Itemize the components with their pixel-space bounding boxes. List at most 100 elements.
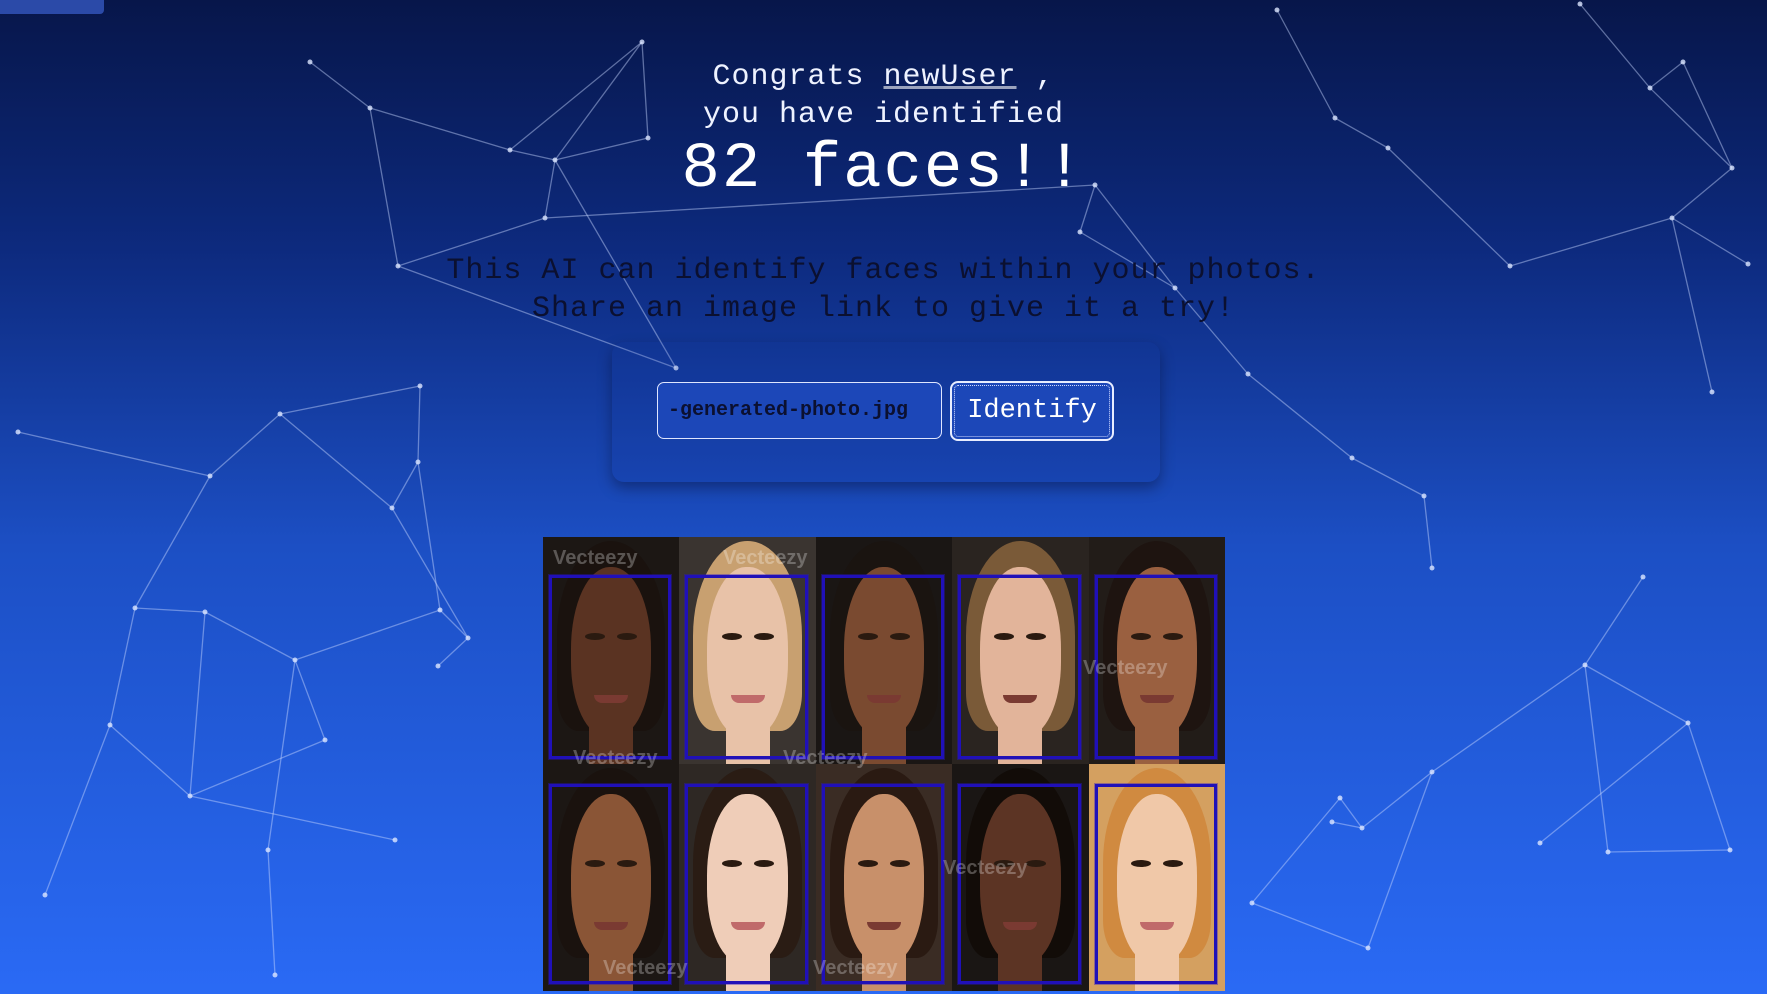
network-edge: [391, 507, 469, 639]
network-node: [1329, 819, 1335, 825]
user-name: newUser: [883, 60, 1017, 94]
face-detection-box: [685, 784, 808, 984]
network-node: [1077, 229, 1083, 235]
result-photo: Vecteezy Vecteezy Vecteezy Vecteezy Vecteezy…: [543, 537, 1225, 991]
face-photo: [679, 764, 816, 991]
face-detection-box: [958, 575, 1081, 759]
network-node: [272, 972, 278, 978]
network-edge: [1251, 902, 1369, 949]
network-edge: [1367, 771, 1433, 949]
identify-button[interactable]: Identify: [950, 381, 1114, 441]
network-edge: [134, 475, 211, 609]
network-edge: [1687, 722, 1731, 851]
network-edge: [1251, 797, 1341, 904]
network-node: [132, 605, 138, 611]
network-node: [107, 722, 113, 728]
watermark-text: Vecteezy: [723, 547, 808, 569]
network-edge: [1539, 722, 1689, 844]
network-edge: [1361, 771, 1433, 829]
network-edge: [1584, 664, 1609, 853]
network-node: [417, 383, 423, 389]
face-detection-box: [549, 575, 672, 759]
network-node: [1582, 662, 1588, 668]
network-edge: [439, 609, 469, 639]
network-node: [1685, 720, 1691, 726]
face-detection-box: [549, 784, 672, 984]
network-edge: [1339, 797, 1363, 829]
corner-tab[interactable]: [0, 0, 104, 14]
network-node: [207, 473, 213, 479]
network-edge: [267, 849, 276, 976]
network-edge: [1584, 664, 1689, 724]
network-node: [1709, 389, 1715, 395]
network-node: [1669, 215, 1675, 221]
network-node: [1365, 945, 1371, 951]
network-edge: [1584, 576, 1644, 666]
image-url-input[interactable]: [657, 382, 942, 439]
network-node: [1605, 849, 1611, 855]
network-edge: [209, 413, 281, 477]
network-node: [639, 39, 645, 45]
network-edge: [204, 611, 296, 661]
watermark-text: Vecteezy: [553, 547, 638, 569]
network-node: [542, 215, 548, 221]
network-edge: [1423, 495, 1433, 569]
network-node: [1421, 493, 1427, 499]
network-edge: [279, 385, 421, 415]
face-detection-box: [821, 575, 945, 759]
network-node: [277, 411, 283, 417]
network-edge: [437, 637, 469, 667]
network-edge: [294, 659, 326, 741]
face-detection-box: [821, 784, 945, 984]
network-edge: [1351, 457, 1425, 497]
network-node: [1429, 769, 1435, 775]
greeting-suffix: ,: [1035, 60, 1055, 94]
network-node: [187, 793, 193, 799]
watermark-text: Vecteezy: [603, 957, 688, 979]
face-photo: [1088, 537, 1225, 765]
network-node: [415, 459, 421, 465]
greeting-line-2: you have identified: [702, 98, 1065, 132]
network-node: [15, 429, 21, 435]
face-photo: [679, 537, 816, 765]
network-edge: [417, 385, 421, 463]
network-edge: [109, 724, 191, 797]
description-line-2: Share an image link to give it a try!: [531, 292, 1236, 326]
watermark-text: Vecteezy: [943, 857, 1028, 879]
watermark-text: Vecteezy: [573, 747, 658, 769]
network-node: [435, 663, 441, 669]
network-node: [1337, 795, 1343, 801]
face-detection-box: [1094, 784, 1217, 984]
watermark-text: Vecteezy: [783, 747, 868, 769]
network-edge: [1431, 664, 1586, 773]
face-detection-box: [958, 784, 1081, 984]
greeting-line-1: Congrats newUser ,: [0, 58, 1767, 96]
network-node: [1349, 455, 1355, 461]
network-edge: [134, 607, 206, 613]
network-edge: [417, 461, 441, 611]
face-count: 82 faces!!: [681, 134, 1086, 206]
network-node: [1359, 825, 1365, 831]
network-node: [1727, 847, 1733, 853]
network-node: [389, 505, 395, 511]
network-edge: [44, 724, 111, 896]
network-node: [1537, 840, 1543, 846]
network-node: [292, 657, 298, 663]
network-node: [42, 892, 48, 898]
network-node: [265, 847, 271, 853]
network-edge: [1247, 373, 1353, 459]
network-node: [1245, 371, 1251, 377]
network-node: [1429, 565, 1435, 571]
network-edge: [1331, 821, 1363, 829]
face-photo: [815, 537, 953, 765]
network-node: [1577, 1, 1583, 7]
face-photo: [952, 537, 1089, 765]
network-edge: [17, 431, 211, 477]
network-node: [465, 635, 471, 641]
face-photo: [1088, 764, 1225, 991]
network-node: [322, 737, 328, 743]
network-edge: [294, 609, 441, 661]
network-node: [1249, 900, 1255, 906]
network-edge: [279, 413, 393, 509]
network-node: [202, 609, 208, 615]
